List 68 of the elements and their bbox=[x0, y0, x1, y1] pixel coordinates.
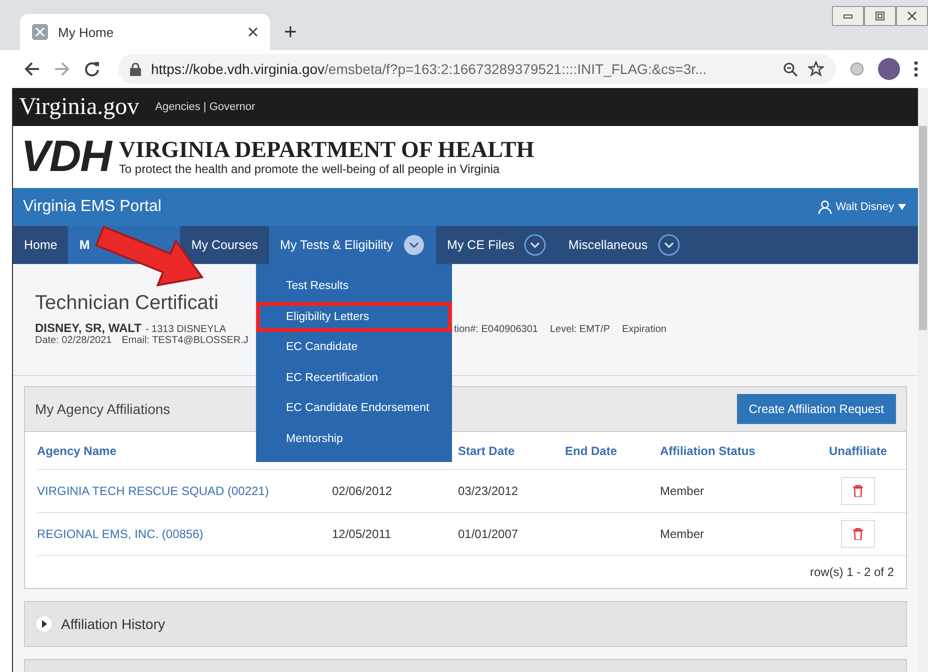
user-icon bbox=[818, 200, 832, 214]
agency-link[interactable]: REGIONAL EMS, INC. (00856) bbox=[37, 527, 204, 541]
scrollbar[interactable] bbox=[918, 88, 928, 672]
person-name: DISNEY, SR, WALT bbox=[35, 321, 142, 335]
detail-text: Level: EMT/P bbox=[550, 324, 610, 335]
browser-tab[interactable]: My Home bbox=[20, 14, 270, 50]
star-icon[interactable] bbox=[808, 61, 824, 77]
close-button[interactable] bbox=[896, 6, 928, 26]
history-panel[interactable]: Affiliation History bbox=[24, 601, 907, 647]
date-text: Date: 02/28/2021 bbox=[35, 335, 112, 346]
close-icon[interactable] bbox=[248, 27, 258, 37]
column-header[interactable]: Affiliation Status bbox=[660, 432, 810, 470]
panel-title: My Agency Affiliations bbox=[35, 401, 170, 417]
url-text: https://kobe.vdh.virginia.gov/emsbeta/f?p=163:2:16673289379521::::INIT_FLAG:&cs=3r... bbox=[151, 61, 708, 77]
menu-item[interactable]: EC Candidate Endorsement bbox=[256, 393, 452, 424]
menu-item[interactable]: Eligibility Letters bbox=[256, 302, 452, 332]
new-tab-button[interactable]: + bbox=[284, 20, 297, 44]
extension-icon[interactable] bbox=[850, 62, 864, 76]
column-header[interactable]: End Date bbox=[565, 432, 660, 470]
create-request-button[interactable]: Create Affiliation Request bbox=[736, 394, 896, 424]
table-cell: Member bbox=[660, 527, 704, 541]
delete-button[interactable] bbox=[841, 520, 875, 548]
agency-link[interactable]: VIRGINIA TECH RESCUE SQUAD (00221) bbox=[37, 484, 269, 498]
table-cell: 12/05/2011 bbox=[332, 527, 392, 541]
minimize-button[interactable] bbox=[832, 6, 864, 26]
menu-item[interactable]: Test Results bbox=[256, 271, 452, 302]
pagination-text: row(s) 1 - 2 of 2 bbox=[810, 565, 894, 579]
address-bar[interactable]: https://kobe.vdh.virginia.gov/emsbeta/f?p=163:2:16673289379521::::INIT_FLAG:&cs=3r... bbox=[118, 54, 836, 84]
panel-title: Affiliation History bbox=[61, 616, 166, 632]
column-header[interactable]: Start Date bbox=[458, 432, 565, 470]
table-cell: 03/23/2012 bbox=[458, 484, 518, 498]
maximize-button[interactable] bbox=[864, 6, 896, 26]
detail-text: tion#: E040906301 bbox=[454, 324, 538, 335]
delete-button[interactable] bbox=[841, 477, 875, 505]
back-icon[interactable] bbox=[24, 61, 40, 77]
avatar-icon[interactable] bbox=[878, 58, 900, 80]
triangle-icon bbox=[40, 620, 48, 628]
menu-item[interactable]: EC Candidate bbox=[256, 332, 452, 362]
close-icon bbox=[907, 11, 917, 21]
nav-tab[interactable]: My Tests & Eligibility bbox=[269, 226, 436, 264]
tab-title: My Home bbox=[58, 24, 115, 40]
favicon-icon bbox=[32, 24, 48, 40]
page-title: Technician Certificati bbox=[35, 292, 220, 315]
tagline: To protect the health and promote the well-being of all people in Virginia bbox=[118, 162, 501, 176]
virginia-gov-logo[interactable]: Virginia.gov bbox=[19, 94, 140, 120]
column-header: Unaffiliate bbox=[810, 432, 906, 470]
portal-title: Virginia EMS Portal bbox=[23, 198, 162, 216]
trash-icon bbox=[853, 485, 863, 497]
zoom-icon[interactable] bbox=[783, 62, 798, 76]
menu-item[interactable]: EC Recertification bbox=[256, 362, 452, 393]
table-cell: 02/06/2012 bbox=[332, 484, 392, 498]
expand-toggle[interactable] bbox=[35, 615, 53, 633]
detail-text: Expiration bbox=[622, 324, 666, 335]
top-links[interactable]: Agencies | Governor bbox=[155, 101, 256, 113]
table-cell: 01/01/2007 bbox=[458, 527, 518, 541]
caret-icon bbox=[898, 204, 906, 210]
department-title: VIRGINIA DEPARTMENT OF HEALTH bbox=[118, 138, 534, 162]
menu-icon[interactable] bbox=[914, 61, 918, 77]
email-text: Email: TEST4@BLOSSER.J bbox=[122, 335, 248, 346]
maximize-icon bbox=[875, 11, 885, 21]
reload-icon[interactable] bbox=[84, 61, 100, 77]
user-menu[interactable]: Walt Disney bbox=[818, 200, 906, 214]
lock-icon bbox=[130, 62, 141, 76]
minimize-icon bbox=[843, 13, 853, 19]
address-text: - 1313 DISNEYLA bbox=[145, 324, 226, 335]
trash-icon bbox=[853, 528, 863, 540]
table-cell: Member bbox=[660, 484, 704, 498]
vdh-logo: VDH bbox=[21, 132, 111, 182]
